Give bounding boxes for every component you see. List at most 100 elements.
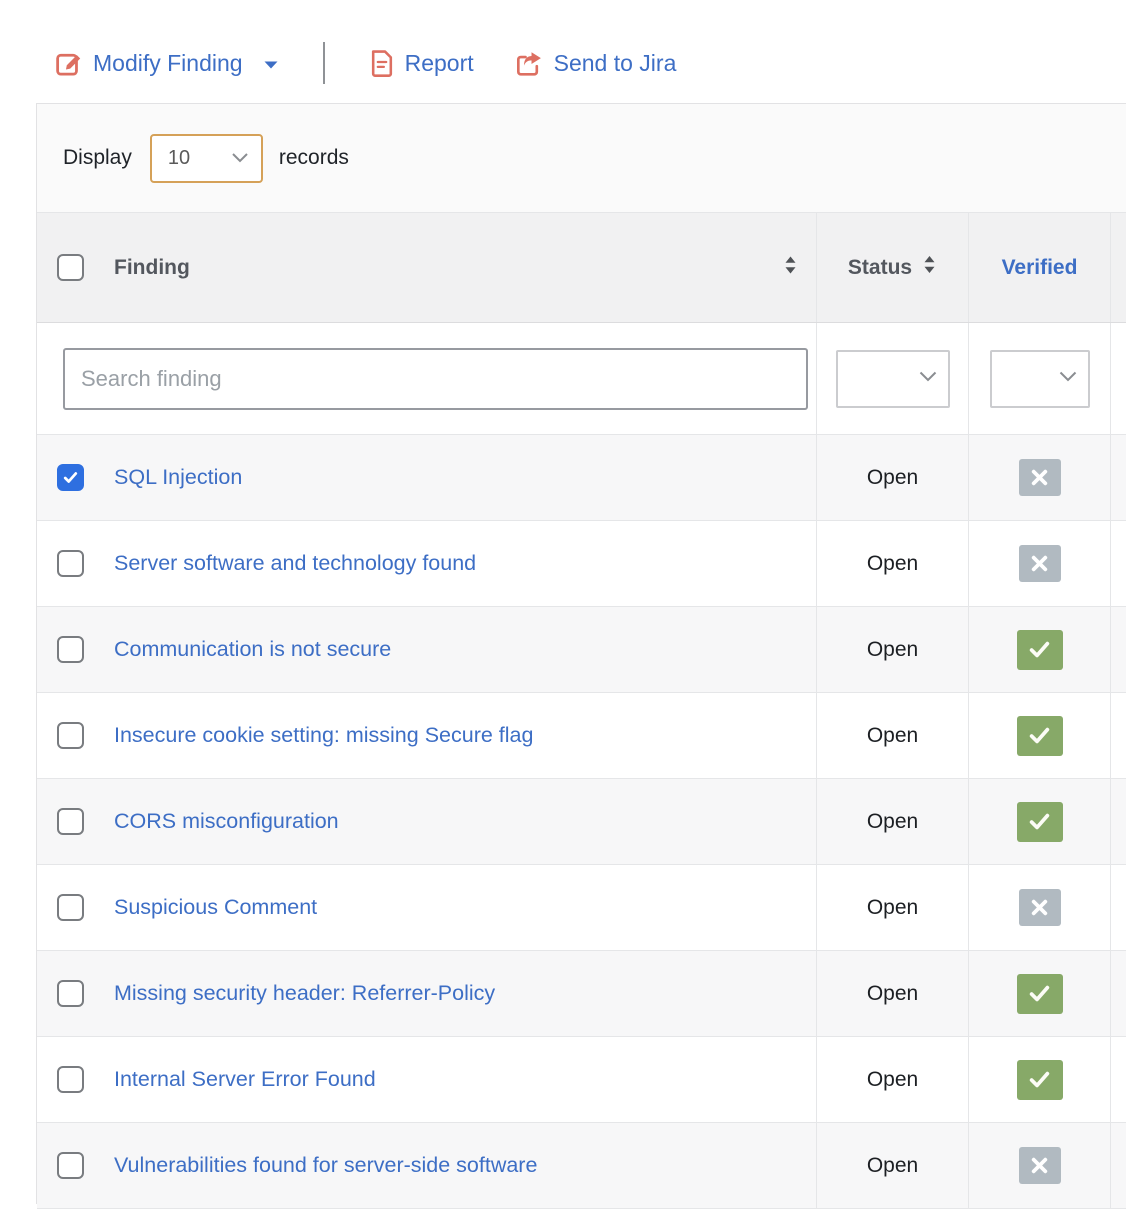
- finding-cell: Insecure cookie setting: missing Secure …: [37, 693, 817, 778]
- not-verified-badge[interactable]: [1019, 459, 1061, 496]
- finding-link[interactable]: SQL Injection: [114, 465, 242, 490]
- row-checkbox[interactable]: [57, 1066, 84, 1093]
- send-to-jira-button[interactable]: Send to Jira: [514, 49, 677, 78]
- row-checkbox[interactable]: [57, 464, 84, 491]
- extra-cell: [1111, 951, 1126, 1036]
- status-cell: Open: [817, 951, 969, 1036]
- verified-badge[interactable]: [1017, 630, 1063, 670]
- extra-cell: [1111, 521, 1126, 606]
- row-checkbox[interactable]: [57, 722, 84, 749]
- report-button[interactable]: Report: [369, 49, 474, 78]
- verified-header-cell[interactable]: Verified: [969, 213, 1111, 322]
- verified-filter-cell: [969, 323, 1111, 434]
- status-cell: Open: [817, 607, 969, 692]
- page-size-select[interactable]: 10: [150, 134, 263, 183]
- x-icon: [1030, 468, 1049, 487]
- not-verified-badge[interactable]: [1019, 1147, 1061, 1184]
- verified-badge[interactable]: [1017, 716, 1063, 756]
- status-column-header: Status: [848, 256, 912, 280]
- verified-cell: [969, 1037, 1111, 1122]
- status-value: Open: [817, 552, 968, 576]
- finding-link[interactable]: Missing security header: Referrer-Policy: [114, 981, 495, 1006]
- finding-link[interactable]: Server software and technology found: [114, 551, 476, 576]
- display-label: Display: [63, 146, 132, 170]
- finding-header-cell[interactable]: Finding: [37, 213, 817, 322]
- x-icon: [1030, 898, 1049, 917]
- status-value: Open: [817, 982, 968, 1006]
- report-document-icon: [369, 49, 395, 78]
- row-checkbox[interactable]: [57, 1152, 84, 1179]
- finding-link[interactable]: Vulnerabilities found for server-side so…: [114, 1153, 537, 1178]
- extra-cell: [1111, 1123, 1126, 1208]
- finding-link[interactable]: Internal Server Error Found: [114, 1067, 376, 1092]
- row-checkbox[interactable]: [57, 980, 84, 1007]
- verified-cell: [969, 865, 1111, 950]
- table-body: SQL Injection Open Server software and t…: [37, 435, 1126, 1209]
- finding-link[interactable]: Communication is not secure: [114, 637, 391, 662]
- status-cell: Open: [817, 693, 969, 778]
- extra-cell: [1111, 1037, 1126, 1122]
- modify-finding-button[interactable]: Modify Finding: [54, 49, 279, 78]
- toolbar-divider: [323, 42, 325, 84]
- status-cell: Open: [817, 1037, 969, 1122]
- finding-link[interactable]: CORS misconfiguration: [114, 809, 339, 834]
- finding-cell: Missing security header: Referrer-Policy: [37, 951, 817, 1036]
- table-row: Vulnerabilities found for server-side so…: [37, 1123, 1126, 1209]
- extra-cell: [1111, 693, 1126, 778]
- table-row: Internal Server Error Found Open: [37, 1037, 1126, 1123]
- status-header-cell[interactable]: Status: [817, 213, 969, 322]
- table-row: Missing security header: Referrer-Policy…: [37, 951, 1126, 1037]
- verified-cell: [969, 607, 1111, 692]
- extra-filter-cell: [1111, 323, 1126, 434]
- status-filter-select[interactable]: [836, 350, 950, 408]
- row-checkbox[interactable]: [57, 894, 84, 921]
- verified-cell: [969, 1123, 1111, 1208]
- chevron-down-icon: [1058, 370, 1078, 388]
- check-icon: [1026, 1066, 1053, 1093]
- verified-cell: [969, 435, 1111, 520]
- status-value: Open: [817, 638, 968, 662]
- check-icon: [1026, 980, 1053, 1007]
- page-size-bar: Display 10 records: [37, 104, 1126, 213]
- row-checkbox[interactable]: [57, 636, 84, 663]
- not-verified-badge[interactable]: [1019, 889, 1061, 926]
- row-checkbox[interactable]: [57, 808, 84, 835]
- table-row: Server software and technology found Ope…: [37, 521, 1126, 607]
- verified-cell: [969, 693, 1111, 778]
- finding-link[interactable]: Insecure cookie setting: missing Secure …: [114, 723, 533, 748]
- findings-toolbar: Modify Finding Report Send to Jira: [54, 44, 676, 82]
- table-row: SQL Injection Open: [37, 435, 1126, 521]
- send-to-jira-label: Send to Jira: [554, 50, 677, 77]
- verified-badge[interactable]: [1017, 802, 1063, 842]
- search-finding-input[interactable]: [63, 348, 808, 410]
- verified-cell: [969, 951, 1111, 1036]
- table-row: CORS misconfiguration Open: [37, 779, 1126, 865]
- table-row: Insecure cookie setting: missing Secure …: [37, 693, 1126, 779]
- check-icon: [1026, 636, 1053, 663]
- sort-icon[interactable]: [783, 254, 798, 281]
- finding-cell: Suspicious Comment: [37, 865, 817, 950]
- finding-cell: Vulnerabilities found for server-side so…: [37, 1123, 817, 1208]
- status-filter-cell: [817, 323, 969, 434]
- sort-icon[interactable]: [922, 254, 937, 281]
- finding-cell: CORS misconfiguration: [37, 779, 817, 864]
- row-checkbox[interactable]: [57, 550, 84, 577]
- finding-cell: SQL Injection: [37, 435, 817, 520]
- select-all-checkbox[interactable]: [57, 254, 84, 281]
- verified-filter-select[interactable]: [990, 350, 1090, 408]
- finding-link[interactable]: Suspicious Comment: [114, 895, 317, 920]
- verified-badge[interactable]: [1017, 974, 1063, 1014]
- finding-cell: Server software and technology found: [37, 521, 817, 606]
- status-cell: Open: [817, 435, 969, 520]
- chevron-down-icon: [918, 370, 938, 388]
- finding-cell: Internal Server Error Found: [37, 1037, 817, 1122]
- not-verified-badge[interactable]: [1019, 545, 1061, 582]
- records-label: records: [279, 146, 349, 170]
- extra-header-cell: [1111, 213, 1126, 322]
- check-icon: [1026, 808, 1053, 835]
- finding-filter-cell: [37, 323, 817, 434]
- status-cell: Open: [817, 779, 969, 864]
- finding-cell: Communication is not secure: [37, 607, 817, 692]
- status-value: Open: [817, 810, 968, 834]
- verified-badge[interactable]: [1017, 1060, 1063, 1100]
